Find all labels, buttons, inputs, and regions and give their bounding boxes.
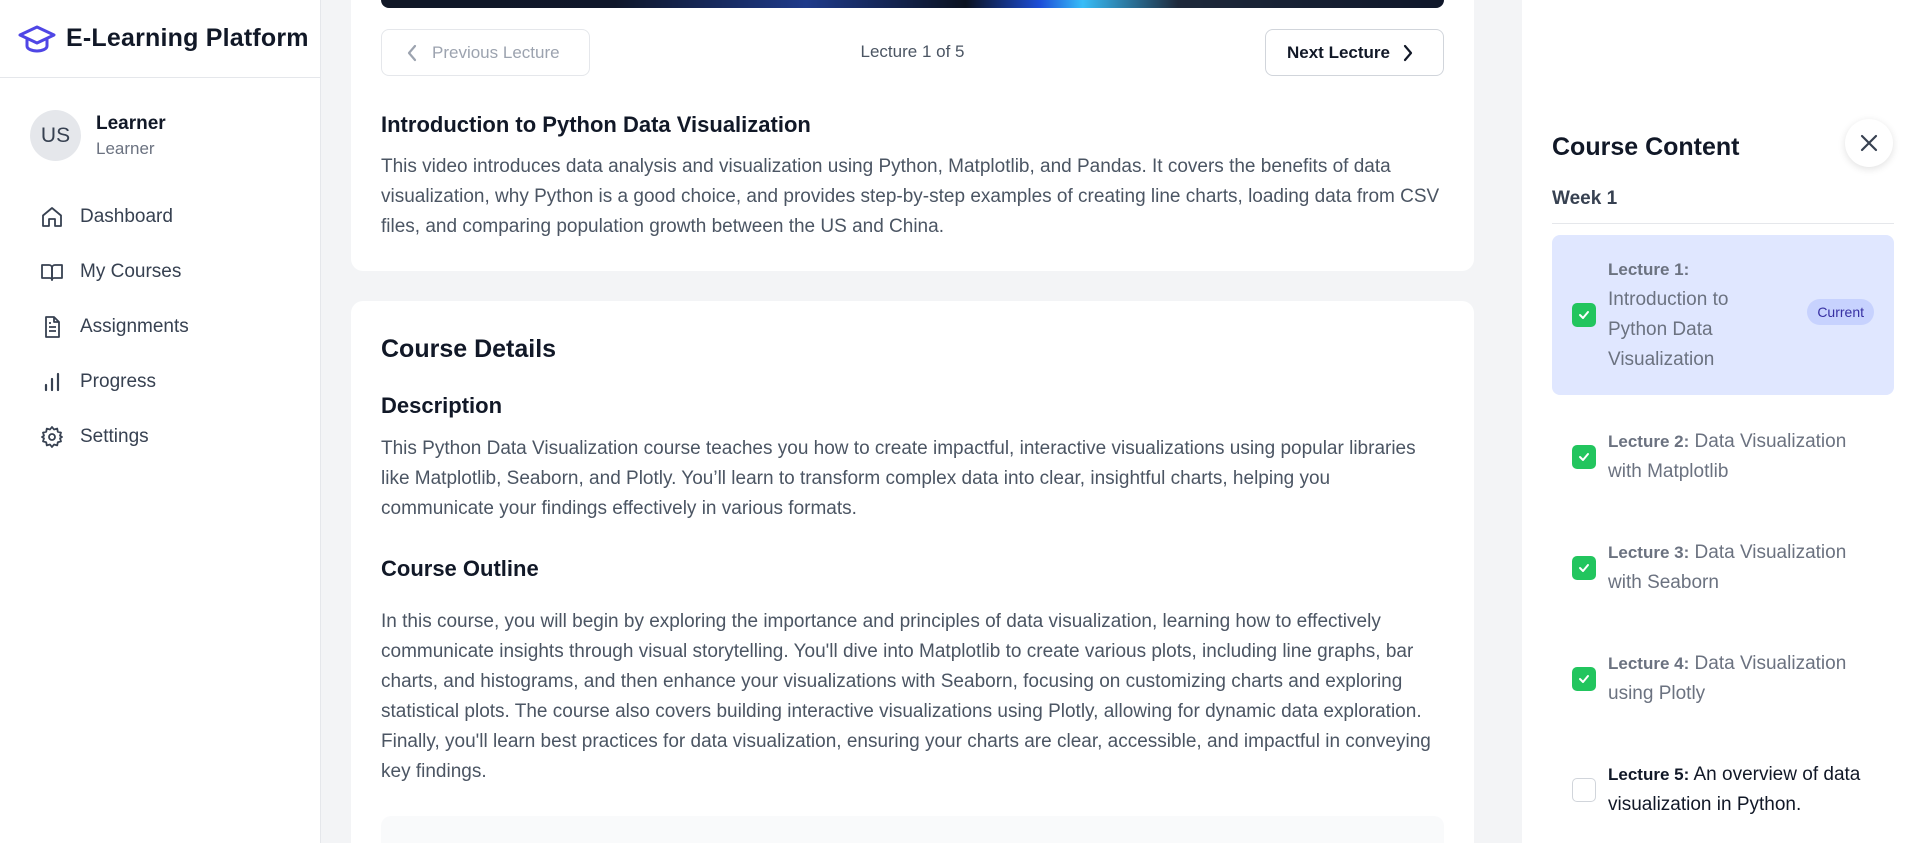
- lecture-number: Lecture 2:: [1608, 432, 1690, 451]
- check-icon: [1579, 564, 1589, 572]
- lecture-title: Introduction to Python Data Visualizatio…: [381, 112, 811, 137]
- lecture-item-5[interactable]: Lecture 5: An overview of data visualiza…: [1552, 745, 1894, 835]
- sidebar-item-label: Settings: [80, 425, 149, 447]
- sidebar-item-label: Assignments: [80, 315, 189, 337]
- checkbox-checked[interactable]: [1572, 667, 1596, 691]
- lecture-number: Lecture 1:: [1608, 260, 1690, 279]
- lecture-card: Previous Lecture Lecture 1 of 5 Next Lec…: [351, 0, 1474, 271]
- checkbox-unchecked[interactable]: [1572, 778, 1596, 802]
- document-icon: [45, 315, 60, 338]
- close-icon: [1860, 134, 1878, 152]
- divider: [1552, 223, 1894, 224]
- lecture-item-1[interactable]: Lecture 1: Introduction to Python Data V…: [1552, 235, 1894, 395]
- description-heading: Description: [381, 393, 503, 418]
- user-profile[interactable]: US Learner Learner: [0, 78, 320, 161]
- sidebar-item-label: Progress: [80, 370, 157, 392]
- sidebar-item-label: My Courses: [80, 260, 182, 282]
- outline-heading: Course Outline: [381, 556, 539, 581]
- sidebar-item-assignments[interactable]: Assignments: [0, 299, 320, 354]
- course-description: This Python Data Visualization course te…: [381, 438, 1416, 519]
- lecture-number: Lecture 3:: [1608, 543, 1690, 562]
- sidebar-item-my-courses[interactable]: My Courses: [0, 244, 320, 299]
- sidebar-item-dashboard[interactable]: Dashboard: [0, 189, 320, 244]
- course-outline: In this course, you will begin by explor…: [381, 611, 1431, 782]
- course-content-title: Course Content: [1552, 133, 1740, 161]
- lecture-number: Lecture 4:: [1608, 654, 1690, 673]
- sidebar-item-settings[interactable]: Settings: [0, 409, 320, 464]
- lecture-number: Lecture 5:: [1608, 765, 1690, 784]
- user-name: Learner: [96, 112, 166, 134]
- video-player[interactable]: [381, 0, 1444, 8]
- graduation-cap-icon: [18, 20, 56, 58]
- next-lecture-button[interactable]: Next Lecture: [1265, 29, 1444, 76]
- sidebar: E-Learning Platform US Learner Learner D…: [0, 0, 321, 843]
- brand[interactable]: E-Learning Platform: [0, 0, 320, 78]
- checkbox-checked[interactable]: [1572, 445, 1596, 469]
- gear-icon: [41, 425, 63, 448]
- bar-chart-icon: [44, 372, 60, 391]
- checkbox-checked[interactable]: [1572, 556, 1596, 580]
- check-icon: [1579, 675, 1589, 683]
- avatar: US: [30, 110, 81, 161]
- checkbox-checked[interactable]: [1572, 303, 1596, 327]
- course-extra-section: [381, 816, 1444, 843]
- sidebar-nav: Dashboard My Courses Assignments Progres…: [0, 189, 320, 464]
- sidebar-item-progress[interactable]: Progress: [0, 354, 320, 409]
- course-details-card: Course Details Description This Python D…: [351, 301, 1474, 843]
- course-details-title: Course Details: [381, 335, 557, 363]
- book-open-icon: [41, 263, 63, 281]
- current-badge: Current: [1807, 299, 1874, 325]
- lecture-item-2[interactable]: Lecture 2: Data Visualization with Matpl…: [1552, 412, 1894, 502]
- lecture-description: This video introduces data analysis and …: [381, 156, 1440, 237]
- chevron-right-icon: [1403, 44, 1413, 61]
- lecture-item-3[interactable]: Lecture 3: Data Visualization with Seabo…: [1552, 523, 1894, 613]
- check-icon: [1579, 453, 1589, 461]
- check-icon: [1579, 311, 1589, 319]
- brand-title: E-Learning Platform: [66, 24, 309, 52]
- next-lecture-label: Next Lecture: [1287, 42, 1390, 62]
- lecture-item-4[interactable]: Lecture 4: Data Visualization using Plot…: [1552, 634, 1894, 724]
- week-heading[interactable]: Week 1: [1552, 188, 1617, 210]
- lecture-navigation: Previous Lecture Lecture 1 of 5 Next Lec…: [381, 29, 1444, 76]
- home-icon: [42, 206, 62, 227]
- close-panel-button[interactable]: [1845, 119, 1893, 167]
- lecture-title: Introduction to Python Data Visualizatio…: [1608, 289, 1729, 370]
- sidebar-item-label: Dashboard: [80, 205, 173, 227]
- user-role: Learner: [96, 138, 155, 158]
